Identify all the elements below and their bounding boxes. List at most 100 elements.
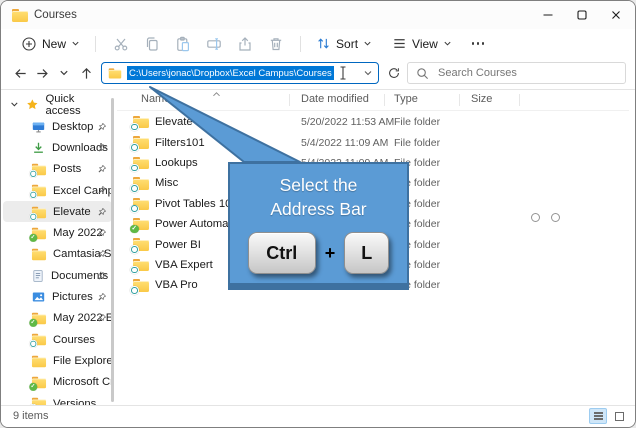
sidebar-item-pictures[interactable]: Pictures: [3, 286, 112, 307]
sidebar-item-elevate[interactable]: Elevate: [3, 201, 112, 222]
column-header-name[interactable]: Name: [141, 93, 170, 105]
window-title: Courses: [34, 9, 77, 21]
details-view-toggle[interactable]: [589, 408, 607, 424]
column-divider[interactable]: [459, 94, 460, 106]
sidebar-item-file-explorer-shortcuts[interactable]: File Explorer Shortcu: [3, 350, 112, 371]
pin-icon: [97, 313, 107, 323]
plus-sign: +: [325, 243, 336, 264]
sort-button[interactable]: Sort: [310, 33, 378, 54]
minimize-button[interactable]: [531, 1, 565, 29]
pin-icon: [97, 164, 107, 174]
text-cursor-icon: [339, 66, 347, 80]
folder-sync-icon: [32, 334, 46, 345]
sidebar-item-quick-access[interactable]: Quick access: [1, 94, 111, 115]
title-bar: Courses: [1, 1, 635, 29]
address-bar[interactable]: C:\Users\jonac\Dropbox\Excel Campus\Cour…: [101, 62, 379, 84]
pin-icon: [97, 271, 107, 281]
details-view-icon: [594, 412, 603, 420]
callout-bubble: Select the Address Bar Ctrl + L: [228, 162, 409, 290]
new-button[interactable]: New: [15, 33, 86, 55]
large-icons-view-icon: [615, 412, 624, 421]
folder-sync-icon: [133, 259, 149, 272]
address-path-selected-text[interactable]: C:\Users\jonac\Dropbox\Excel Campus\Cour…: [127, 66, 334, 80]
column-header-size[interactable]: Size: [471, 93, 492, 105]
sort-arrows-icon: [316, 36, 331, 51]
click-indicator-dot: [551, 213, 560, 222]
sidebar-item-documents[interactable]: Documents: [3, 265, 112, 286]
plus-circle-icon: [21, 36, 37, 52]
chevron-down-icon: [443, 39, 452, 48]
items-count: 9 items: [13, 410, 48, 422]
address-dropdown-chevron-icon[interactable]: [363, 68, 373, 78]
rename-icon: [206, 36, 222, 52]
refresh-button[interactable]: [383, 62, 405, 84]
pin-icon: [97, 143, 107, 153]
sidebar-item-desktop[interactable]: Desktop: [3, 116, 112, 137]
folder-icon: [109, 68, 121, 78]
forward-button[interactable]: [31, 62, 53, 84]
document-icon: [31, 269, 45, 283]
pin-icon: [97, 228, 107, 238]
new-button-label: New: [42, 37, 66, 51]
copy-icon: [144, 36, 160, 52]
recent-locations-button[interactable]: [53, 62, 75, 84]
sidebar-scrollbar[interactable]: [111, 98, 114, 402]
quick-access-star-icon: [26, 98, 39, 111]
large-icons-view-toggle[interactable]: [610, 408, 628, 424]
folder-sync-icon: [133, 136, 149, 149]
sidebar-item-may-2022-event[interactable]: May 2022 Event: [3, 308, 112, 329]
column-divider[interactable]: [519, 94, 520, 106]
folder-sync-icon: [32, 185, 46, 196]
maximize-button[interactable]: [565, 1, 599, 29]
toolbar-divider: [300, 36, 301, 52]
toolbar-divider: [95, 36, 96, 52]
pin-icon: [97, 249, 107, 259]
chevron-down-icon[interactable]: [10, 100, 19, 109]
see-more-button[interactable]: [472, 42, 485, 45]
folder-sync-icon: [32, 206, 46, 217]
pin-icon: [97, 185, 107, 195]
share-icon: [237, 36, 253, 52]
callout-line1: Select the: [230, 173, 407, 197]
sidebar-item-microsoft-creators[interactable]: Microsoft Creators V: [3, 372, 112, 393]
column-header-type[interactable]: Type: [394, 93, 418, 105]
cut-button[interactable]: [105, 33, 136, 55]
search-input[interactable]: [436, 66, 617, 80]
close-button[interactable]: [599, 1, 633, 29]
click-indicator-dot: [531, 213, 540, 222]
file-explorer-window: Courses New: [0, 0, 636, 428]
file-row[interactable]: Elevate 5/20/2022 11:53 AM File folder: [117, 112, 629, 132]
file-row[interactable]: Filters101 5/4/2022 11:09 AM File folder: [117, 132, 629, 152]
up-button[interactable]: [75, 62, 97, 84]
ctrl-key: Ctrl: [248, 232, 316, 274]
pin-icon: [97, 207, 107, 217]
desktop-icon: [31, 120, 46, 134]
rename-button[interactable]: [198, 33, 229, 55]
paste-button[interactable]: [167, 33, 198, 55]
address-row: C:\Users\jonac\Dropbox\Excel Campus\Cour…: [1, 58, 635, 90]
folder-sync-icon: [133, 116, 149, 129]
delete-button[interactable]: [260, 33, 291, 55]
folder-icon: [32, 355, 46, 366]
folder-sync-icon: [133, 177, 149, 190]
view-button-label: View: [412, 37, 438, 51]
column-divider[interactable]: [289, 94, 290, 106]
search-box[interactable]: [407, 62, 626, 84]
column-header-date-modified[interactable]: Date modified: [301, 93, 369, 105]
sidebar-item-may-2022[interactable]: May 2022: [3, 222, 112, 243]
sidebar-item-courses[interactable]: Courses: [3, 329, 112, 350]
sidebar-item-downloads[interactable]: Downloads: [3, 137, 112, 158]
folder-icon: [32, 249, 46, 260]
back-button[interactable]: [9, 62, 31, 84]
status-bar: 9 items: [1, 405, 635, 427]
sidebar-item-excel-campus[interactable]: Excel Campus: [3, 180, 112, 201]
folder-check-icon: [32, 377, 46, 388]
sidebar-item-camtasia-studio[interactable]: Camtasia Studio: [3, 244, 112, 265]
view-button[interactable]: View: [386, 33, 458, 54]
sort-button-label: Sort: [336, 37, 358, 51]
folder-check-icon: [32, 313, 46, 324]
copy-button[interactable]: [136, 33, 167, 55]
column-divider[interactable]: [384, 94, 385, 106]
sidebar-item-posts[interactable]: Posts: [3, 159, 112, 180]
share-button[interactable]: [229, 33, 260, 55]
